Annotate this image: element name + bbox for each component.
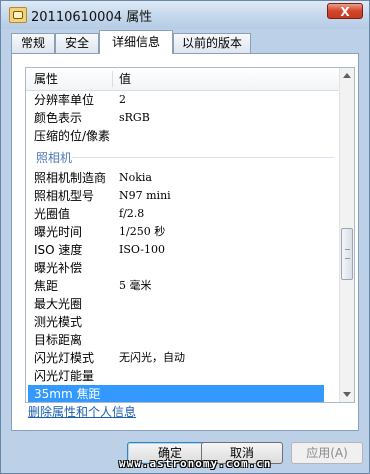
tab-general[interactable]: 常规	[11, 33, 55, 53]
property-name: 曝光时间	[34, 225, 83, 239]
tab-security[interactable]: 安全	[55, 33, 99, 53]
close-button[interactable]: X	[327, 3, 363, 19]
scroll-thumb[interactable]	[341, 228, 353, 280]
list-item[interactable]: 照相机制造商 Nokia	[26, 169, 340, 187]
section-divider	[72, 157, 334, 158]
vertical-scrollbar[interactable]	[339, 68, 354, 402]
list-item-selected[interactable]: 35mm 焦距	[28, 385, 324, 402]
property-name: 照相机型号	[34, 189, 95, 203]
property-name: 压缩的位/像素	[34, 129, 111, 143]
property-value: ISO-100	[119, 243, 166, 256]
remove-properties-link[interactable]: 删除属性和个人信息	[28, 403, 136, 420]
list-item[interactable]: 闪光灯能量	[26, 367, 340, 385]
property-name: 最大光圈	[34, 297, 83, 311]
list-item[interactable]: 曝光时间 1/250 秒	[26, 223, 340, 241]
property-name: 35mm 焦距	[34, 387, 101, 401]
list-item[interactable]: 压缩的位/像素	[26, 127, 340, 145]
list-item[interactable]: 目标距离	[26, 331, 340, 349]
watermark: www.astronomy.com.cn	[119, 457, 272, 470]
image-file-icon	[9, 7, 27, 23]
list-rows: 分辨率单位 2 颜色表示 sRGB 压缩的位/像素 照相机 照相机制造商 Nokia …	[26, 91, 340, 402]
property-value: 无闪光，自动	[119, 351, 185, 364]
title-bar[interactable]: 20110610004 属性 X	[1, 1, 369, 29]
list-item[interactable]: 光圈值 f/2.8	[26, 205, 340, 223]
section-header-camera: 照相机	[26, 145, 340, 169]
property-name: 闪光灯模式	[34, 351, 95, 365]
property-value: sRGB	[119, 111, 150, 124]
property-value: f/2.8	[119, 207, 145, 220]
column-divider[interactable]	[112, 71, 113, 87]
property-name: ISO 速度	[34, 243, 83, 257]
property-value: 5 毫米	[119, 279, 152, 292]
arrow-up-icon	[343, 73, 351, 78]
properties-dialog: 20110610004 属性 X 常规 安全 详细信息 以前的版本 属性 值 分…	[0, 0, 370, 474]
property-name: 闪光灯能量	[34, 369, 95, 383]
property-value: 2	[119, 93, 126, 106]
list-header: 属性 值	[26, 68, 340, 91]
list-item[interactable]: 曝光补偿	[26, 259, 340, 277]
column-header-value[interactable]: 值	[119, 68, 131, 90]
list-item[interactable]: 测光模式	[26, 313, 340, 331]
property-name: 分辨率单位	[34, 93, 95, 107]
property-value: Nokia	[119, 171, 152, 184]
list-item[interactable]: 闪光灯模式 无闪光，自动	[26, 349, 340, 367]
scroll-up-button[interactable]	[340, 68, 354, 83]
property-name: 光圈值	[34, 207, 71, 221]
property-name: 照相机制造商	[34, 171, 107, 185]
list-item[interactable]: 照相机型号 N97 mini	[26, 187, 340, 205]
details-panel: 属性 值 分辨率单位 2 颜色表示 sRGB 压缩的位/像素 照相机 照相机制造商 N…	[11, 53, 359, 431]
property-name: 测光模式	[34, 315, 83, 329]
list-item[interactable]: ISO 速度 ISO-100	[26, 241, 340, 259]
arrow-down-icon	[343, 392, 351, 397]
property-name: 颜色表示	[34, 111, 83, 125]
property-name: 目标距离	[34, 333, 83, 347]
list-item[interactable]: 焦距 5 毫米	[26, 277, 340, 295]
column-header-property[interactable]: 属性	[34, 68, 58, 90]
scroll-down-button[interactable]	[340, 387, 354, 402]
property-name: 曝光补偿	[34, 261, 83, 275]
section-label: 照相机	[36, 151, 73, 165]
property-list[interactable]: 属性 值 分辨率单位 2 颜色表示 sRGB 压缩的位/像素 照相机 照相机制造商 N…	[25, 67, 355, 403]
list-item[interactable]: 颜色表示 sRGB	[26, 109, 340, 127]
property-value: N97 mini	[119, 189, 171, 202]
apply-button[interactable]: 应用(A)	[291, 442, 363, 464]
tab-previous-versions[interactable]: 以前的版本	[173, 33, 251, 53]
property-name: 焦距	[34, 279, 59, 293]
list-item[interactable]: 最大光圈	[26, 295, 340, 313]
window-title: 20110610004 属性	[31, 10, 153, 25]
list-item[interactable]: 分辨率单位 2	[26, 91, 340, 109]
property-value: 1/250 秒	[119, 225, 166, 238]
tab-details[interactable]: 详细信息	[99, 30, 173, 54]
